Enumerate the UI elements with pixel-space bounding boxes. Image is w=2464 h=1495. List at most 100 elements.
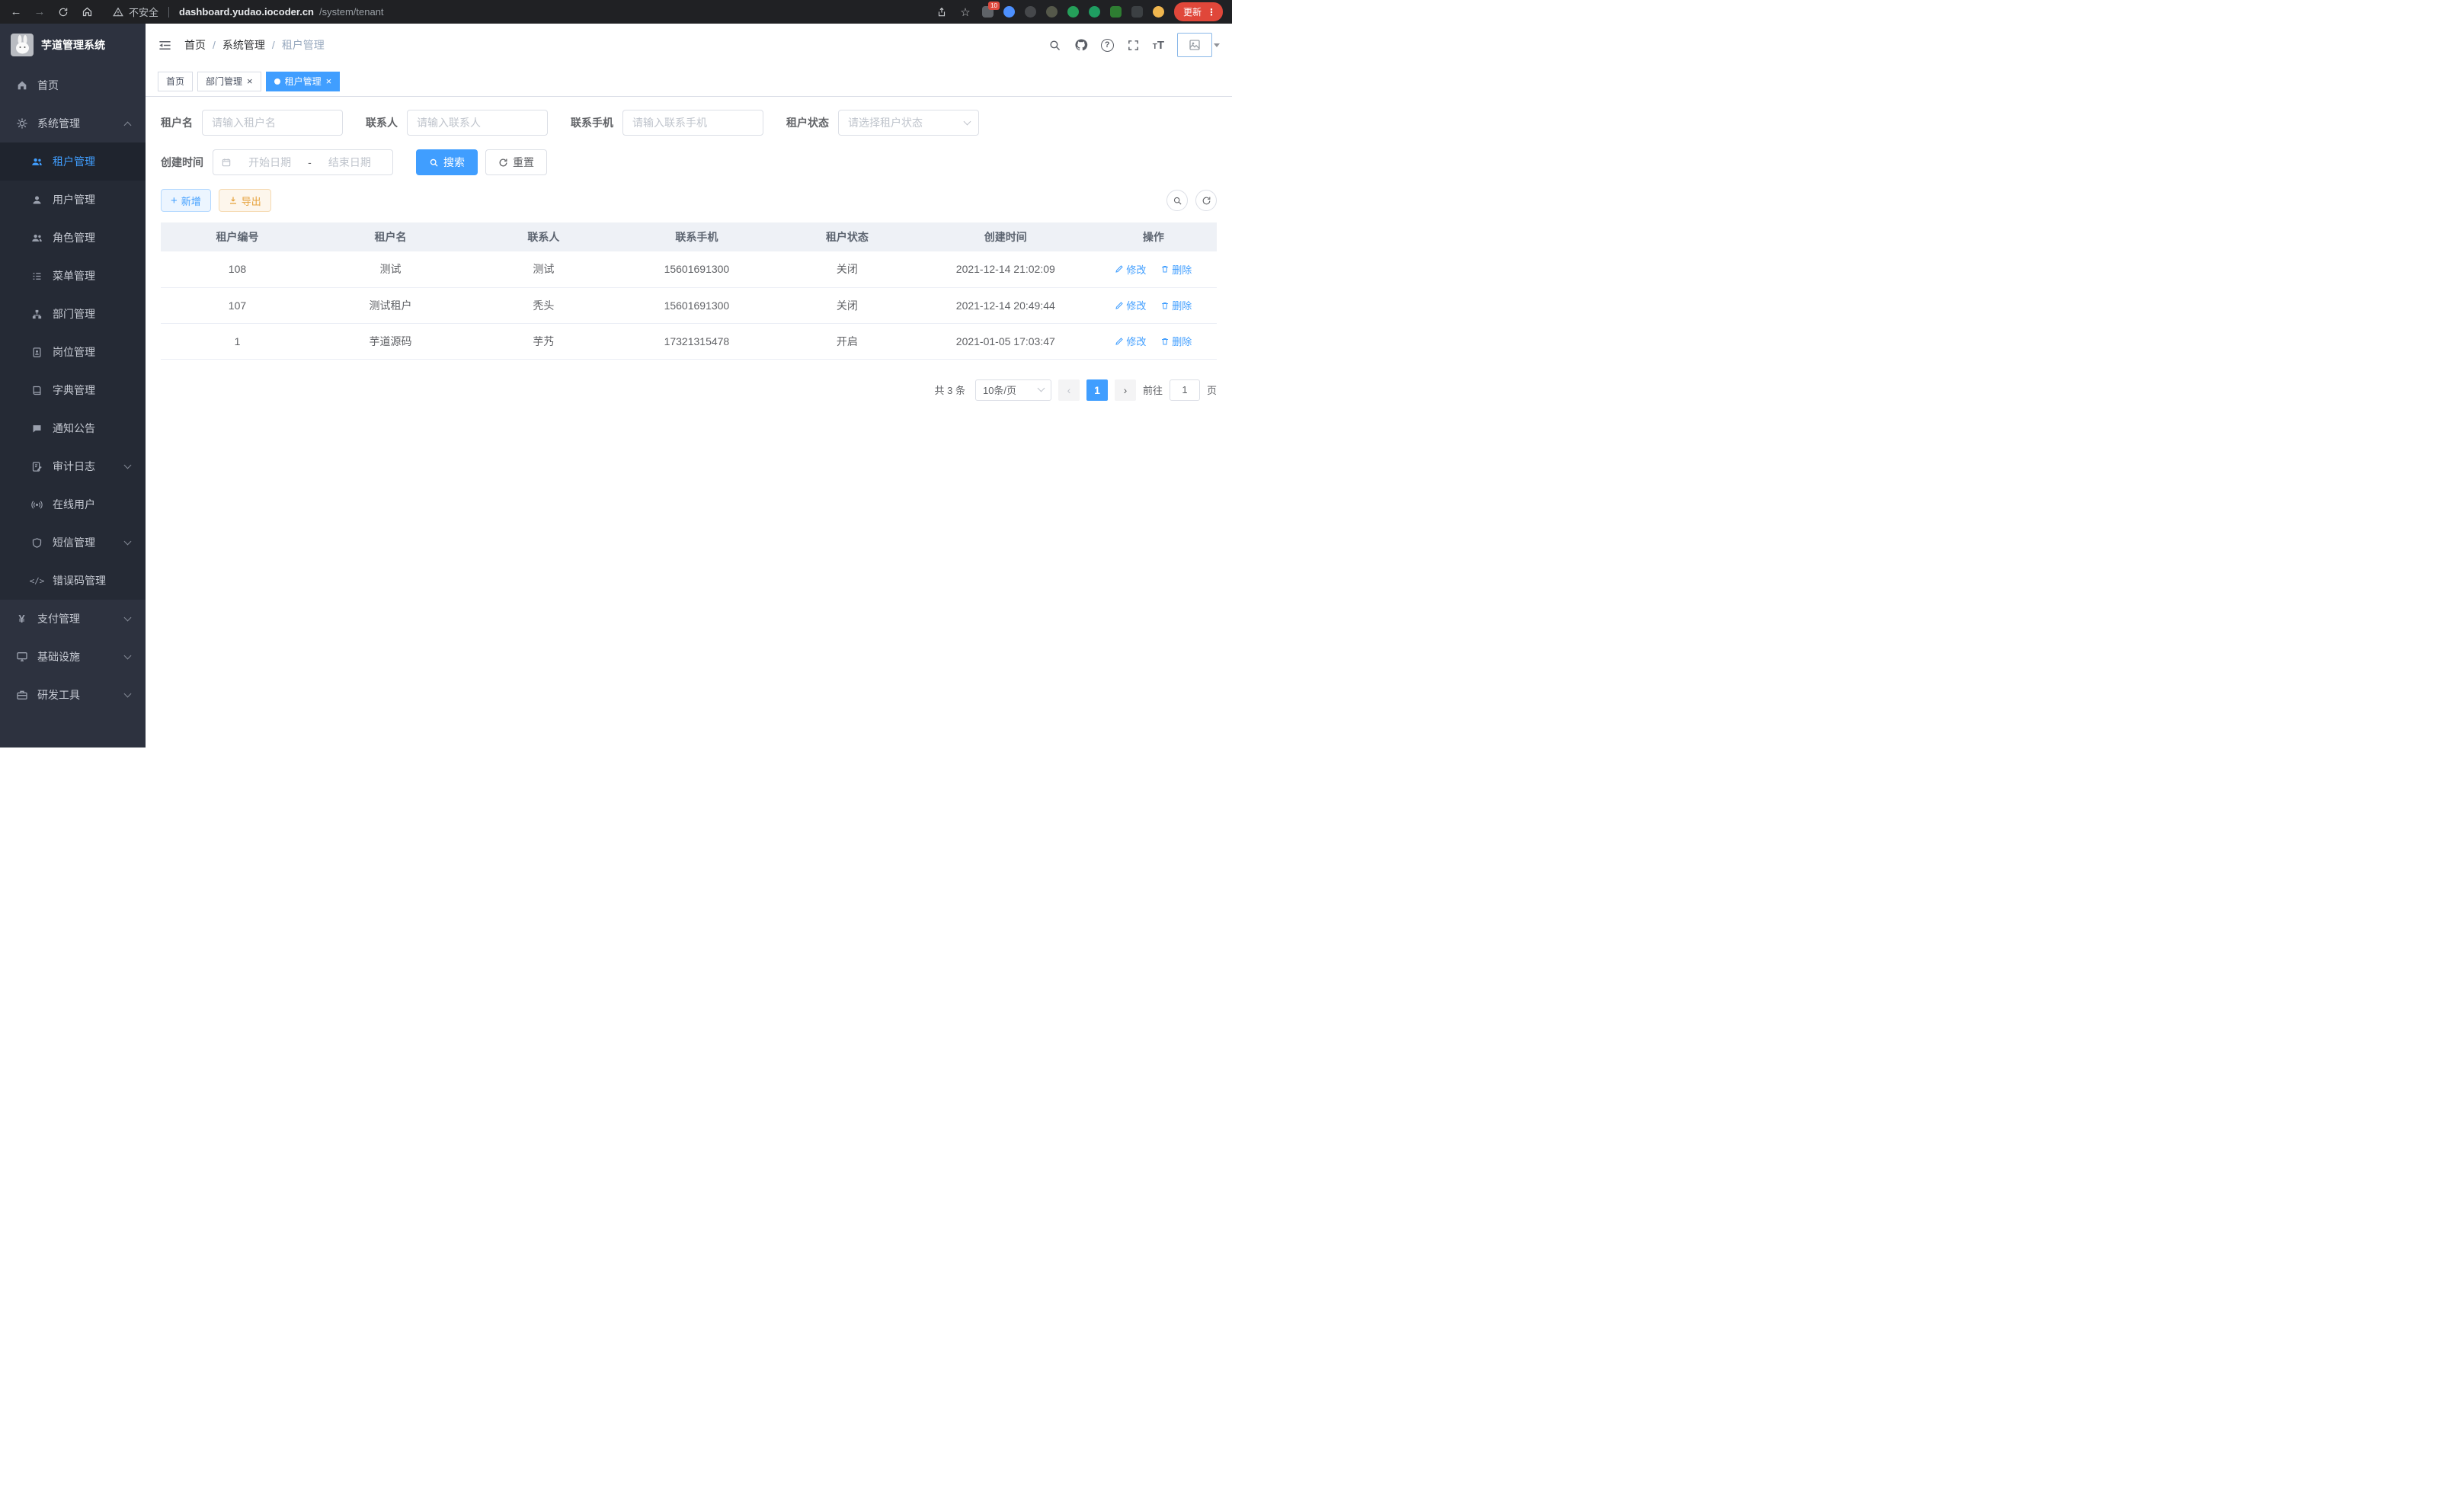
cell-created: 2021-12-14 20:49:44 xyxy=(921,287,1090,323)
delete-button[interactable]: 删除 xyxy=(1160,334,1192,348)
breadcrumb-system[interactable]: 系统管理 xyxy=(222,37,265,53)
filter-tenant-name: 租户名 xyxy=(161,110,343,136)
contact-input[interactable] xyxy=(407,110,548,136)
back-icon[interactable]: ← xyxy=(9,5,23,19)
sidebar-item-post[interactable]: 岗位管理 xyxy=(0,333,146,371)
breadcrumb-home[interactable]: 首页 xyxy=(184,37,206,53)
profile-avatar-icon[interactable] xyxy=(1153,6,1164,18)
sidebar-item-menu[interactable]: 菜单管理 xyxy=(0,257,146,295)
field-label: 创建时间 xyxy=(161,155,203,170)
refresh-table-button[interactable] xyxy=(1195,190,1217,211)
tenant-name-input[interactable] xyxy=(202,110,343,136)
browser-home-icon[interactable] xyxy=(80,5,94,19)
fullscreen-icon[interactable] xyxy=(1127,39,1140,52)
puzzle-icon[interactable] xyxy=(1131,6,1143,18)
close-icon[interactable]: × xyxy=(247,76,253,86)
filter-mobile: 联系手机 xyxy=(571,110,763,136)
add-button[interactable]: + 新增 xyxy=(161,189,211,212)
sidebar-item-sms[interactable]: 短信管理 xyxy=(0,523,146,562)
font-size-icon[interactable]: TT xyxy=(1153,40,1164,51)
extension-icon-2[interactable] xyxy=(1003,6,1015,18)
sidebar-item-label: 角色管理 xyxy=(53,230,95,245)
edit-icon xyxy=(1115,264,1124,274)
search-button[interactable]: 搜索 xyxy=(416,149,478,175)
question-mark-icon: ? xyxy=(1101,39,1114,52)
cell-contact: 测试 xyxy=(467,251,620,287)
extension-icon-6[interactable] xyxy=(1089,6,1100,18)
book-icon xyxy=(30,385,43,396)
sidebar-item-payment[interactable]: ¥ 支付管理 xyxy=(0,600,146,638)
sidebar-item-user[interactable]: 用户管理 xyxy=(0,181,146,219)
reload-icon[interactable] xyxy=(56,5,70,19)
cell-mobile: 15601691300 xyxy=(620,287,773,323)
date-range-picker[interactable]: 开始日期 - 结束日期 xyxy=(213,149,393,175)
top-navbar: 首页 / 系统管理 / 租户管理 ? TT xyxy=(146,24,1232,66)
sidebar-item-label: 字典管理 xyxy=(53,383,95,398)
sidebar-item-home[interactable]: 首页 xyxy=(0,66,146,104)
sidebar-item-audit-log[interactable]: 审计日志 xyxy=(0,447,146,485)
sidebar-item-infra[interactable]: 基础设施 xyxy=(0,638,146,676)
delete-button[interactable]: 删除 xyxy=(1160,262,1192,277)
menu-fold-icon[interactable] xyxy=(158,38,172,53)
next-page-button[interactable]: › xyxy=(1115,379,1136,401)
sidebar-item-error-code[interactable]: </> 错误码管理 xyxy=(0,562,146,600)
user-avatar[interactable] xyxy=(1177,33,1220,57)
toolbox-icon xyxy=(15,689,28,701)
sidebar-item-label: 错误码管理 xyxy=(53,573,106,588)
close-icon[interactable]: × xyxy=(326,76,332,86)
tab-tenant[interactable]: 租户管理 × xyxy=(266,72,341,91)
extension-icon-1[interactable]: 10 xyxy=(982,6,994,18)
url-host: dashboard.yudao.iocoder.cn xyxy=(179,6,314,18)
reset-button-label: 重置 xyxy=(513,155,534,170)
sidebar: 芋道管理系统 首页 系统管理 租户管理 用户管理 xyxy=(0,24,146,748)
audit-log-icon xyxy=(30,461,43,472)
browser-update-button[interactable]: 更新 ⋮ xyxy=(1174,2,1223,21)
forward-icon[interactable]: → xyxy=(33,5,46,19)
extension-icon-7[interactable] xyxy=(1110,6,1122,18)
cell-status: 开启 xyxy=(773,323,921,359)
prev-page-button[interactable]: ‹ xyxy=(1058,379,1080,401)
mobile-input[interactable] xyxy=(622,110,763,136)
edit-button[interactable]: 修改 xyxy=(1115,262,1146,277)
main-area: 首页 / 系统管理 / 租户管理 ? TT xyxy=(146,24,1232,748)
page-size-select[interactable]: 10条/页 xyxy=(975,379,1051,401)
sidebar-item-role[interactable]: 角色管理 xyxy=(0,219,146,257)
end-date-placeholder[interactable]: 结束日期 xyxy=(315,155,385,170)
sidebar-item-notice[interactable]: 通知公告 xyxy=(0,409,146,447)
column-header: 联系人 xyxy=(467,222,620,251)
address-bar[interactable]: 不安全 dashboard.yudao.iocoder.cn/system/te… xyxy=(113,5,384,19)
start-date-placeholder[interactable]: 开始日期 xyxy=(235,155,305,170)
extension-icon-5[interactable] xyxy=(1067,6,1079,18)
extension-icon-4[interactable] xyxy=(1046,6,1058,18)
page-unit-label: 页 xyxy=(1207,383,1217,397)
tab-home[interactable]: 首页 xyxy=(158,72,193,91)
app-logo[interactable]: 芋道管理系统 xyxy=(0,24,146,66)
chevron-down-icon xyxy=(124,461,132,469)
sidebar-item-system[interactable]: 系统管理 xyxy=(0,104,146,142)
shield-icon xyxy=(30,537,43,549)
reset-button[interactable]: 重置 xyxy=(485,149,547,175)
sidebar-item-dict[interactable]: 字典管理 xyxy=(0,371,146,409)
delete-button[interactable]: 删除 xyxy=(1160,298,1192,312)
edit-button[interactable]: 修改 xyxy=(1115,298,1146,312)
sidebar-item-dept[interactable]: 部门管理 xyxy=(0,295,146,333)
bookmark-star-icon[interactable]: ☆ xyxy=(958,5,972,19)
tab-dept[interactable]: 部门管理 × xyxy=(197,72,261,91)
tenant-status-select[interactable]: 请选择租户状态 xyxy=(838,110,979,136)
sidebar-item-tenant[interactable]: 租户管理 xyxy=(0,142,146,181)
extension-icon-3[interactable] xyxy=(1025,6,1036,18)
sidebar-item-online-users[interactable]: 在线用户 xyxy=(0,485,146,523)
cell-status: 关闭 xyxy=(773,251,921,287)
id-badge-icon xyxy=(30,347,43,358)
sidebar-item-devtools[interactable]: 研发工具 xyxy=(0,676,146,714)
github-icon[interactable] xyxy=(1074,38,1088,52)
help-icon[interactable]: ? xyxy=(1101,39,1114,52)
goto-page-input[interactable] xyxy=(1170,379,1200,401)
page-number-button[interactable]: 1 xyxy=(1086,379,1108,401)
export-button[interactable]: 导出 xyxy=(219,189,271,212)
share-icon[interactable] xyxy=(935,5,949,19)
edit-button[interactable]: 修改 xyxy=(1115,334,1146,348)
toggle-search-button[interactable] xyxy=(1166,190,1188,211)
search-icon[interactable] xyxy=(1048,39,1061,52)
code-icon: </> xyxy=(30,576,43,586)
